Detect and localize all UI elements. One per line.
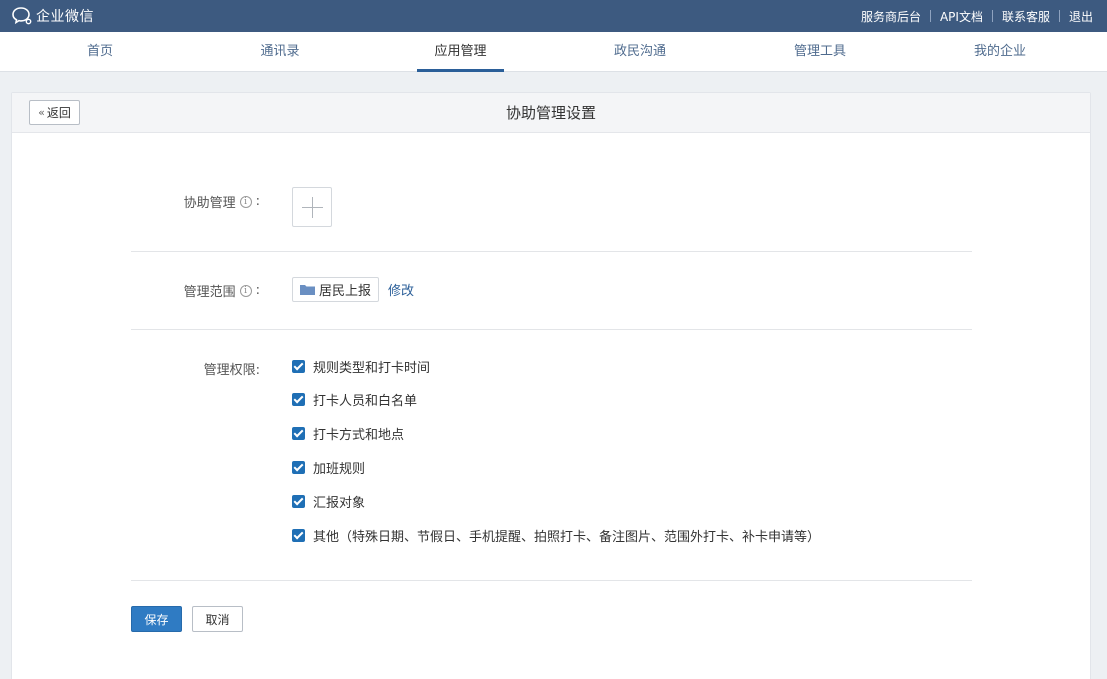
- page-title: 协助管理设置: [505, 104, 596, 122]
- permission-checkbox-other[interactable]: 其他（特殊日期、节假日、手机提醒、拍照打卡、备注图片、范围外打卡、补卡申请等）: [292, 527, 821, 545]
- management-scope-label: 管理范围 i :: [110, 281, 260, 300]
- nav-tab-contacts[interactable]: 通讯录: [240, 32, 320, 72]
- nav-tab-app-management[interactable]: 应用管理: [417, 32, 504, 72]
- permission-checkbox-overtime[interactable]: 加班规则: [292, 459, 366, 477]
- nav-tab-gov-communication[interactable]: 政民沟通: [595, 32, 685, 72]
- permission-label: 加班规则: [313, 461, 366, 477]
- brand-name: 企业微信: [36, 9, 94, 25]
- back-button[interactable]: « 返回: [29, 100, 80, 125]
- permission-label: 打卡人员和白名单: [313, 393, 418, 409]
- assist-management-label: 协助管理 i :: [110, 192, 260, 211]
- top-link-divider: [929, 10, 931, 22]
- api-docs-link[interactable]: API文档: [940, 8, 983, 25]
- main-nav: 首页 通讯录 应用管理 政民沟通 管理工具 我的企业: [0, 32, 1107, 72]
- checkbox-checked-icon: [292, 359, 305, 373]
- permission-label: 规则类型和打卡时间: [313, 360, 431, 376]
- permission-checkbox-rules[interactable]: 规则类型和打卡时间: [292, 358, 431, 376]
- info-icon[interactable]: i: [239, 195, 252, 208]
- top-links: 服务商后台 API文档 联系客服 退出: [861, 0, 1093, 32]
- permission-checkbox-staff[interactable]: 打卡人员和白名单: [292, 391, 418, 409]
- checkbox-checked-icon: [292, 426, 305, 440]
- wecom-logo-icon: [12, 7, 32, 25]
- modify-scope-link[interactable]: 修改: [388, 280, 414, 299]
- top-link-divider: [1058, 10, 1060, 22]
- assist-management-label-text: 协助管理: [183, 196, 236, 211]
- add-assistant-button[interactable]: [292, 187, 332, 227]
- permissions-label-text: 管理权限:: [203, 363, 260, 378]
- permission-label: 其他（特殊日期、节假日、手机提醒、拍照打卡、备注图片、范围外打卡、补卡申请等）: [313, 529, 821, 545]
- permission-label: 打卡方式和地点: [313, 427, 405, 443]
- scope-tag-label: 居民上报: [319, 284, 372, 299]
- nav-tab-management-tools[interactable]: 管理工具: [775, 32, 865, 72]
- back-button-label: 返回: [46, 106, 71, 120]
- permission-checkbox-report-to[interactable]: 汇报对象: [292, 493, 366, 511]
- settings-card: 协助管理设置 « 返回 协助管理 i : 管理范围 i : 居民上报 修改 管理…: [11, 92, 1091, 679]
- double-chevron-left-icon: «: [38, 106, 45, 119]
- cancel-button[interactable]: 取消: [192, 606, 243, 632]
- card-header: 协助管理设置 « 返回: [12, 93, 1090, 133]
- permission-label: 汇报对象: [313, 495, 366, 511]
- brand-logo[interactable]: 企业微信: [11, 6, 94, 26]
- checkbox-checked-icon: [292, 460, 305, 474]
- service-provider-link[interactable]: 服务商后台: [861, 8, 921, 25]
- permission-checkbox-method[interactable]: 打卡方式和地点: [292, 425, 405, 443]
- label-colon: :: [255, 194, 260, 209]
- permissions-label: 管理权限:: [110, 359, 260, 378]
- section-divider: [131, 329, 972, 330]
- nav-active-indicator: [417, 69, 504, 72]
- section-divider: [131, 580, 972, 581]
- section-divider: [131, 251, 972, 252]
- checkbox-checked-icon: [292, 528, 305, 542]
- management-scope-label-text: 管理范围: [183, 285, 236, 300]
- top-link-divider: [991, 10, 993, 22]
- info-icon[interactable]: i: [239, 284, 252, 297]
- save-button[interactable]: 保存: [131, 606, 182, 632]
- top-bar: 企业微信 服务商后台 API文档 联系客服 退出: [0, 0, 1107, 32]
- checkbox-checked-icon: [292, 392, 305, 406]
- logout-link[interactable]: 退出: [1069, 8, 1093, 25]
- nav-tab-home[interactable]: 首页: [60, 32, 140, 72]
- nav-tab-my-enterprise[interactable]: 我的企业: [955, 32, 1045, 72]
- scope-tag: 居民上报: [292, 277, 380, 302]
- checkbox-checked-icon: [292, 494, 305, 508]
- folder-icon: [300, 285, 315, 295]
- contact-support-link[interactable]: 联系客服: [1002, 8, 1050, 25]
- label-colon: :: [255, 283, 260, 298]
